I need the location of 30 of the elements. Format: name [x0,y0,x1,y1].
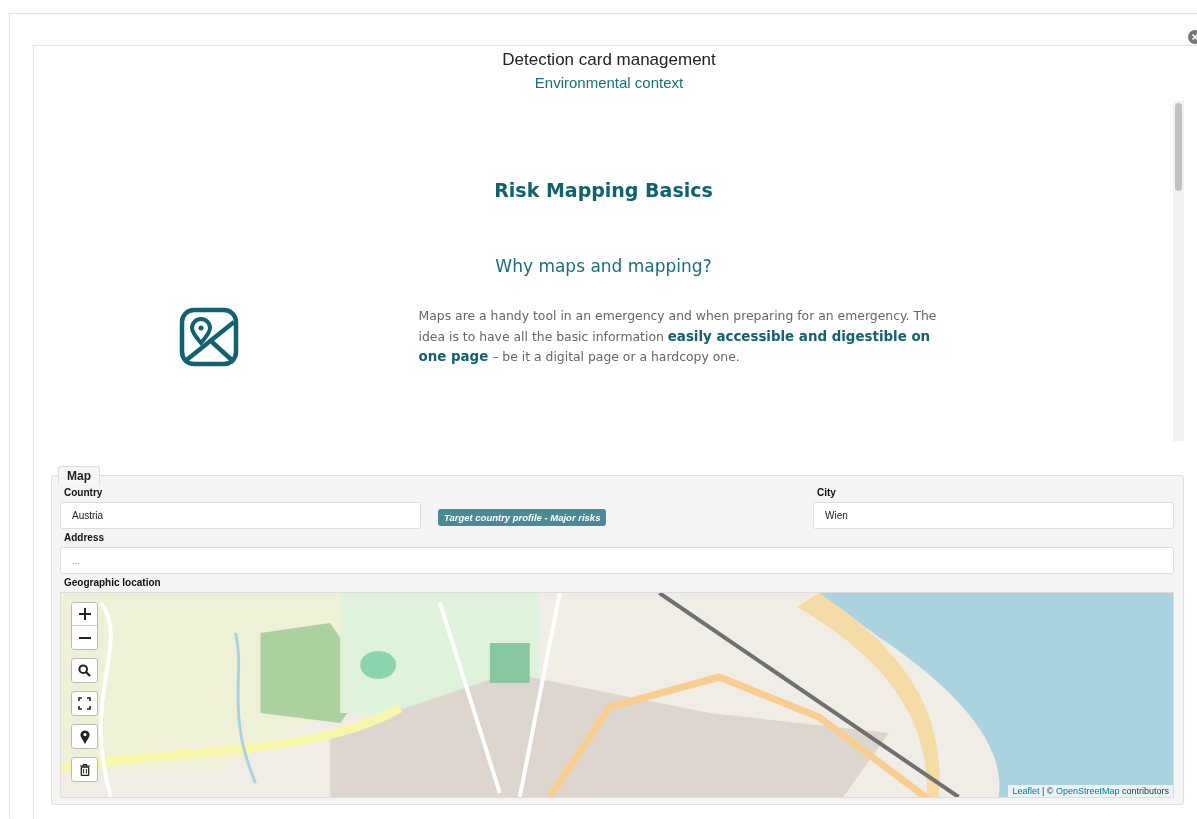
article-heading: Risk Mapping Basics [494,179,713,201]
fullscreen-button[interactable] [71,691,98,716]
dialog-subtitle: Environmental context [534,73,684,93]
location-label: Geographic location [64,577,161,589]
trash-icon [79,763,90,776]
map-attribution: Leaflet | © OpenStreetMap contributors [1008,785,1173,797]
zoom-in-button[interactable] [72,603,97,626]
city-field[interactable]: Wien [813,502,1174,529]
dialog-title: Detection card management [502,49,716,71]
delete-button[interactable] [71,757,98,782]
address-label: Address [64,532,104,544]
country-field[interactable]: Austria [60,502,421,529]
plus-icon [78,608,91,620]
search-button[interactable] [71,658,98,683]
map-pin-icon [79,729,90,744]
address-field[interactable]: ... [60,547,1174,574]
marker-button[interactable] [71,724,98,749]
leaflet-link[interactable]: Leaflet [1012,786,1040,796]
fullscreen-icon [78,697,91,710]
search-icon [78,664,91,677]
country-profile-button[interactable]: Target country profile - Major risks [438,509,607,526]
country-label: Country [64,487,103,499]
scrollbar-thumb[interactable] [1175,103,1182,191]
openstreetmap-link[interactable]: OpenStreetMap [1055,786,1120,796]
article-subheading: Why maps and mapping? [495,256,712,276]
city-label: City [817,487,836,499]
zoom-out-button[interactable] [72,626,97,649]
map-legend: Map [58,466,100,485]
map-pin-icon [178,306,239,367]
intro-paragraph: Maps are a handy tool in an emergency and when preparing for an emergency. The idea is to have all the basic information easily accessible and digestible on one page – be it a digital page or a hardcopy one. [418,307,938,366]
